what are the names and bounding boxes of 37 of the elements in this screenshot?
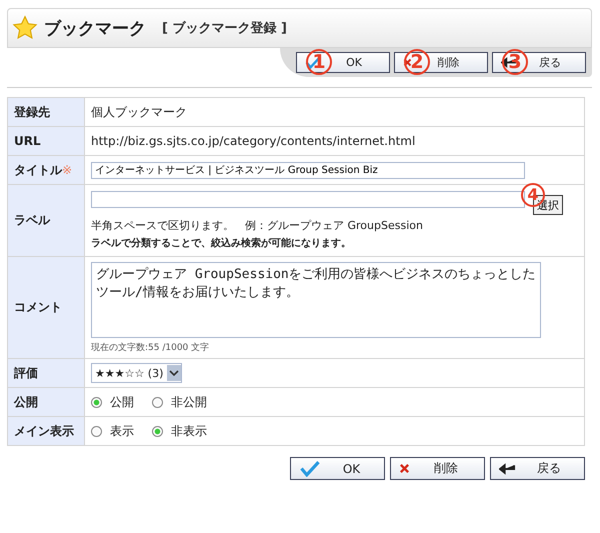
radio-button[interactable]: [152, 396, 163, 408]
radio-label: 公開: [110, 394, 134, 410]
field-label: タイトル: [14, 162, 62, 176]
destination-value: 個人ブックマーク: [91, 104, 187, 118]
rating-dropdown[interactable]: ★★★☆☆ (3): [91, 363, 182, 383]
hint-text: ラベルで分類することで、絞込み検索が可能になります。: [91, 236, 352, 250]
field-label: メイン表示: [8, 416, 84, 446]
ok-button[interactable]: OK: [290, 457, 385, 480]
field-label: コメント: [8, 256, 84, 358]
callout-number: 2: [404, 49, 430, 75]
page-title: ブックマーク: [44, 18, 146, 40]
required-mark: ※: [62, 162, 72, 176]
field-label: 評価: [8, 358, 84, 388]
character-counter: 現在の文字数:55 /1000 文字: [91, 342, 210, 354]
radio-button[interactable]: [152, 426, 163, 436]
star-icon: [12, 15, 38, 41]
back-button[interactable]: 戻る: [490, 457, 585, 480]
field-label: ラベル: [8, 184, 84, 256]
field-label: 登録先: [8, 98, 84, 126]
comment-textarea[interactable]: グループウェア GroupSessionをご利用の皆様へビジネスのちょっとしたツール/情報をお届けいたします。: [91, 262, 541, 338]
cross-icon: [399, 463, 410, 474]
radio-label: 非表示: [171, 422, 207, 440]
radio-label: 非公開: [171, 394, 207, 410]
label-input[interactable]: [91, 191, 525, 208]
return-arrow-icon: [499, 462, 516, 474]
url-value: http://biz.gs.sjts.co.jp/category/contents/internet.html: [91, 134, 416, 148]
radio-button[interactable]: [91, 396, 102, 408]
delete-button[interactable]: 削除: [390, 457, 485, 480]
page-subtitle: [ ブックマーク登録 ]: [162, 20, 287, 37]
callout-number: 1: [306, 49, 332, 75]
radio-button[interactable]: [91, 426, 102, 436]
title-input[interactable]: インターネットサービス | ビジネスツール Group Session Biz: [91, 162, 525, 178]
field-label: URL: [8, 126, 84, 156]
radio-label: 表示: [110, 422, 134, 440]
hint-text: 半角スペースで区切ります。 例：グループウェア GroupSession: [91, 218, 424, 233]
field-label: 公開: [8, 388, 84, 416]
check-icon: [299, 460, 321, 477]
